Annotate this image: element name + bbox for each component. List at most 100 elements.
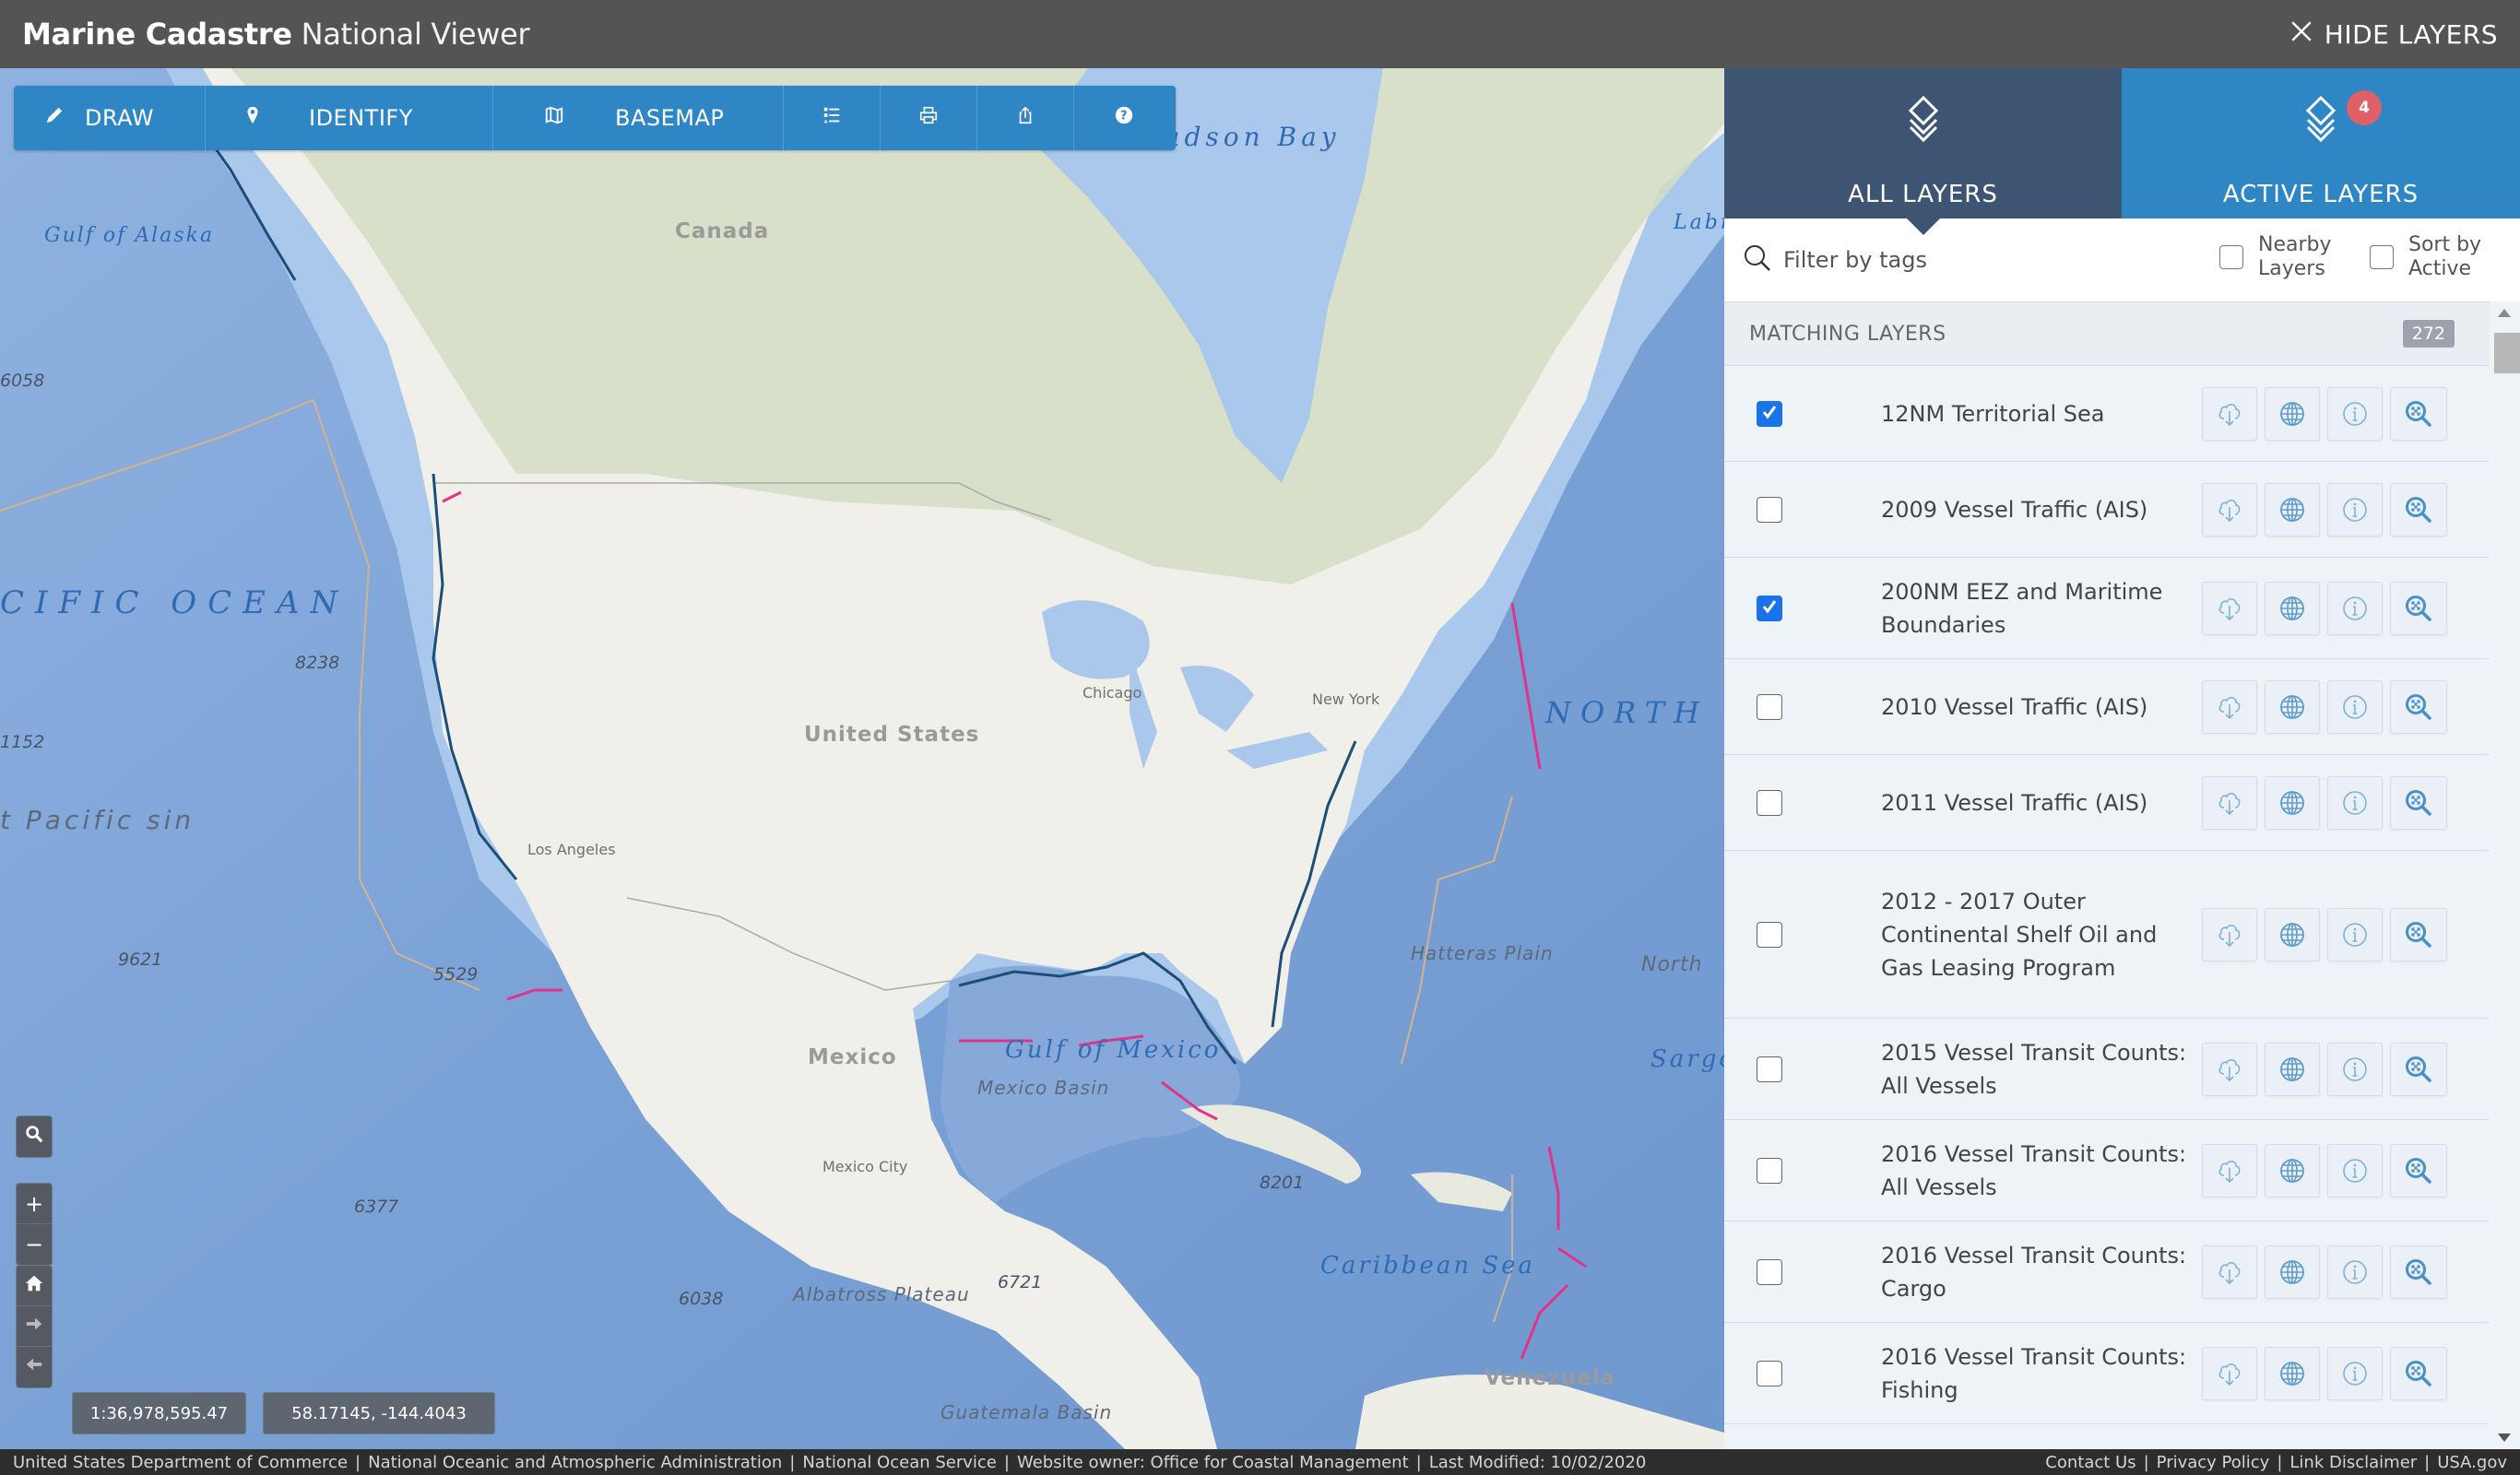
layer-info-button[interactable] <box>2327 1042 2383 1096</box>
layer-list-scrollbar[interactable] <box>2490 301 2520 1449</box>
next-extent-button[interactable] <box>17 1306 52 1347</box>
filter-by-tags-input[interactable] <box>1783 247 2171 273</box>
download-layer-button[interactable] <box>2202 1042 2257 1096</box>
download-layer-button[interactable] <box>2202 1346 2257 1400</box>
layers-panel: ALL LAYERS 4 ACTIVE LAYERS Nearby Layers <box>1724 68 2520 1449</box>
map-search-button[interactable] <box>17 1116 52 1157</box>
globe-icon <box>2278 693 2306 721</box>
identify-button[interactable]: IDENTIFY <box>206 86 493 150</box>
layer-info-button[interactable] <box>2327 775 2383 830</box>
layer-info-button[interactable] <box>2327 907 2383 962</box>
zoom-to-layer-button[interactable] <box>2390 1042 2447 1096</box>
view-service-button[interactable] <box>2265 1143 2320 1198</box>
privacy-policy-link[interactable]: Privacy Policy <box>2157 1453 2270 1472</box>
view-service-button[interactable] <box>2265 679 2320 734</box>
zoom-to-layer-button[interactable] <box>2390 775 2447 830</box>
view-service-button[interactable] <box>2265 775 2320 830</box>
layer-checkbox[interactable] <box>1757 1258 1782 1285</box>
app-header: Marine Cadastre National Viewer HIDE LAY… <box>0 0 2520 68</box>
zoom-out-button[interactable]: − <box>17 1224 52 1265</box>
map-depth-6721: 6721 <box>998 1272 1043 1292</box>
layer-checkbox[interactable] <box>1757 400 1782 427</box>
download-layer-button[interactable] <box>2202 482 2257 537</box>
download-layer-button[interactable] <box>2202 1143 2257 1198</box>
usa-gov-link[interactable]: USA.gov <box>2437 1453 2507 1472</box>
sort-label-line2: Active <box>2408 257 2472 281</box>
legend-button[interactable] <box>784 86 881 150</box>
layer-checkbox[interactable] <box>1757 921 1782 948</box>
layer-checkbox[interactable] <box>1757 595 1782 621</box>
zoom-to-layer-button[interactable] <box>2390 482 2447 537</box>
layer-checkbox[interactable] <box>1757 1360 1782 1386</box>
map-depth-1152: 1152 <box>0 732 45 752</box>
layer-checkbox[interactable] <box>1757 789 1782 816</box>
zoom-to-layer-button[interactable] <box>2390 907 2447 962</box>
download-layer-button[interactable] <box>2202 907 2257 962</box>
download-layer-button[interactable] <box>2202 775 2257 830</box>
zoom-in-button[interactable]: + <box>17 1184 52 1224</box>
layer-info-button[interactable] <box>2327 482 2383 537</box>
download-icon <box>2217 496 2242 524</box>
view-service-button[interactable] <box>2265 386 2320 441</box>
layer-info-button[interactable] <box>2327 1245 2383 1299</box>
scroll-down-arrow[interactable] <box>2498 1434 2511 1442</box>
zoom-to-layer-button[interactable] <box>2390 1346 2447 1400</box>
zoom-to-layer-button[interactable] <box>2390 386 2447 441</box>
hide-layers-button[interactable]: HIDE LAYERS <box>2289 19 2498 50</box>
basemap-button[interactable]: BASEMAP <box>493 86 784 150</box>
view-service-button[interactable] <box>2265 581 2320 635</box>
layer-checkbox[interactable] <box>1757 496 1782 523</box>
download-layer-button[interactable] <box>2202 679 2257 734</box>
previous-extent-button[interactable] <box>17 1347 52 1387</box>
layer-name: 2016 Vessel Transit Counts: All Vessels <box>1881 1140 2187 1200</box>
footer-separator: | <box>1003 1452 1010 1472</box>
zoom-to-icon <box>2404 399 2433 429</box>
map-label-los-angeles: Los Angeles <box>527 841 616 858</box>
print-button[interactable] <box>881 86 977 150</box>
tab-active-layers[interactable]: 4 ACTIVE LAYERS <box>2122 68 2520 218</box>
globe-icon <box>2278 1157 2306 1185</box>
footer-agency-text: Last Modified: 10/02/2020 <box>1428 1452 1647 1472</box>
scroll-up-arrow[interactable] <box>2498 309 2511 317</box>
share-button[interactable] <box>977 86 1074 150</box>
layer-checkbox[interactable] <box>1757 693 1782 720</box>
layer-row: 2011 Vessel Traffic (AIS) <box>1724 755 2490 851</box>
view-service-button[interactable] <box>2265 1245 2320 1299</box>
layer-checkbox-cell <box>1724 1157 1881 1184</box>
map-view[interactable]: Gulf of Alaska Canada Hudson Bay Labr S … <box>0 68 1724 1449</box>
sort-by-active-box[interactable] <box>2370 245 2394 270</box>
nearby-layers-checkbox[interactable]: Nearby Layers <box>2219 233 2332 282</box>
home-button[interactable] <box>17 1266 52 1306</box>
view-service-button[interactable] <box>2265 482 2320 537</box>
download-layer-button[interactable] <box>2202 386 2257 441</box>
view-service-button[interactable] <box>2265 907 2320 962</box>
layer-info-button[interactable] <box>2327 679 2383 734</box>
draw-button[interactable]: DRAW <box>14 86 206 150</box>
view-service-button[interactable] <box>2265 1042 2320 1096</box>
view-service-button[interactable] <box>2265 1346 2320 1400</box>
link-disclaimer-link[interactable]: Link Disclaimer <box>2289 1453 2417 1472</box>
layer-actions <box>2202 581 2447 635</box>
map-search-control <box>16 1115 53 1158</box>
zoom-to-layer-button[interactable] <box>2390 679 2447 734</box>
nearby-layers-box[interactable] <box>2219 245 2243 270</box>
layer-info-button[interactable] <box>2327 581 2383 635</box>
download-layer-button[interactable] <box>2202 581 2257 635</box>
sort-by-active-checkbox[interactable]: Sort by Active <box>2370 233 2481 282</box>
layer-info-button[interactable] <box>2327 386 2383 441</box>
scroll-thumb[interactable] <box>2494 333 2520 373</box>
zoom-to-layer-button[interactable] <box>2390 581 2447 635</box>
layer-info-button[interactable] <box>2327 1143 2383 1198</box>
matching-layers-header: MATCHING LAYERS 272 <box>1724 301 2490 366</box>
layer-checkbox[interactable] <box>1757 1056 1782 1082</box>
zoom-to-layer-button[interactable] <box>2390 1245 2447 1299</box>
layer-info-button[interactable] <box>2327 1346 2383 1400</box>
zoom-to-icon <box>2404 1055 2433 1084</box>
zoom-to-layer-button[interactable] <box>2390 1143 2447 1198</box>
download-layer-button[interactable] <box>2202 1245 2257 1299</box>
contact-us-link[interactable]: Contact Us <box>2045 1453 2135 1472</box>
layer-checkbox[interactable] <box>1757 1157 1782 1184</box>
tab-all-layers[interactable]: ALL LAYERS <box>1724 68 2122 235</box>
help-button[interactable]: ? <box>1074 86 1173 150</box>
map-label-gulf-of-mexico: Gulf of Mexico <box>1005 1036 1222 1064</box>
